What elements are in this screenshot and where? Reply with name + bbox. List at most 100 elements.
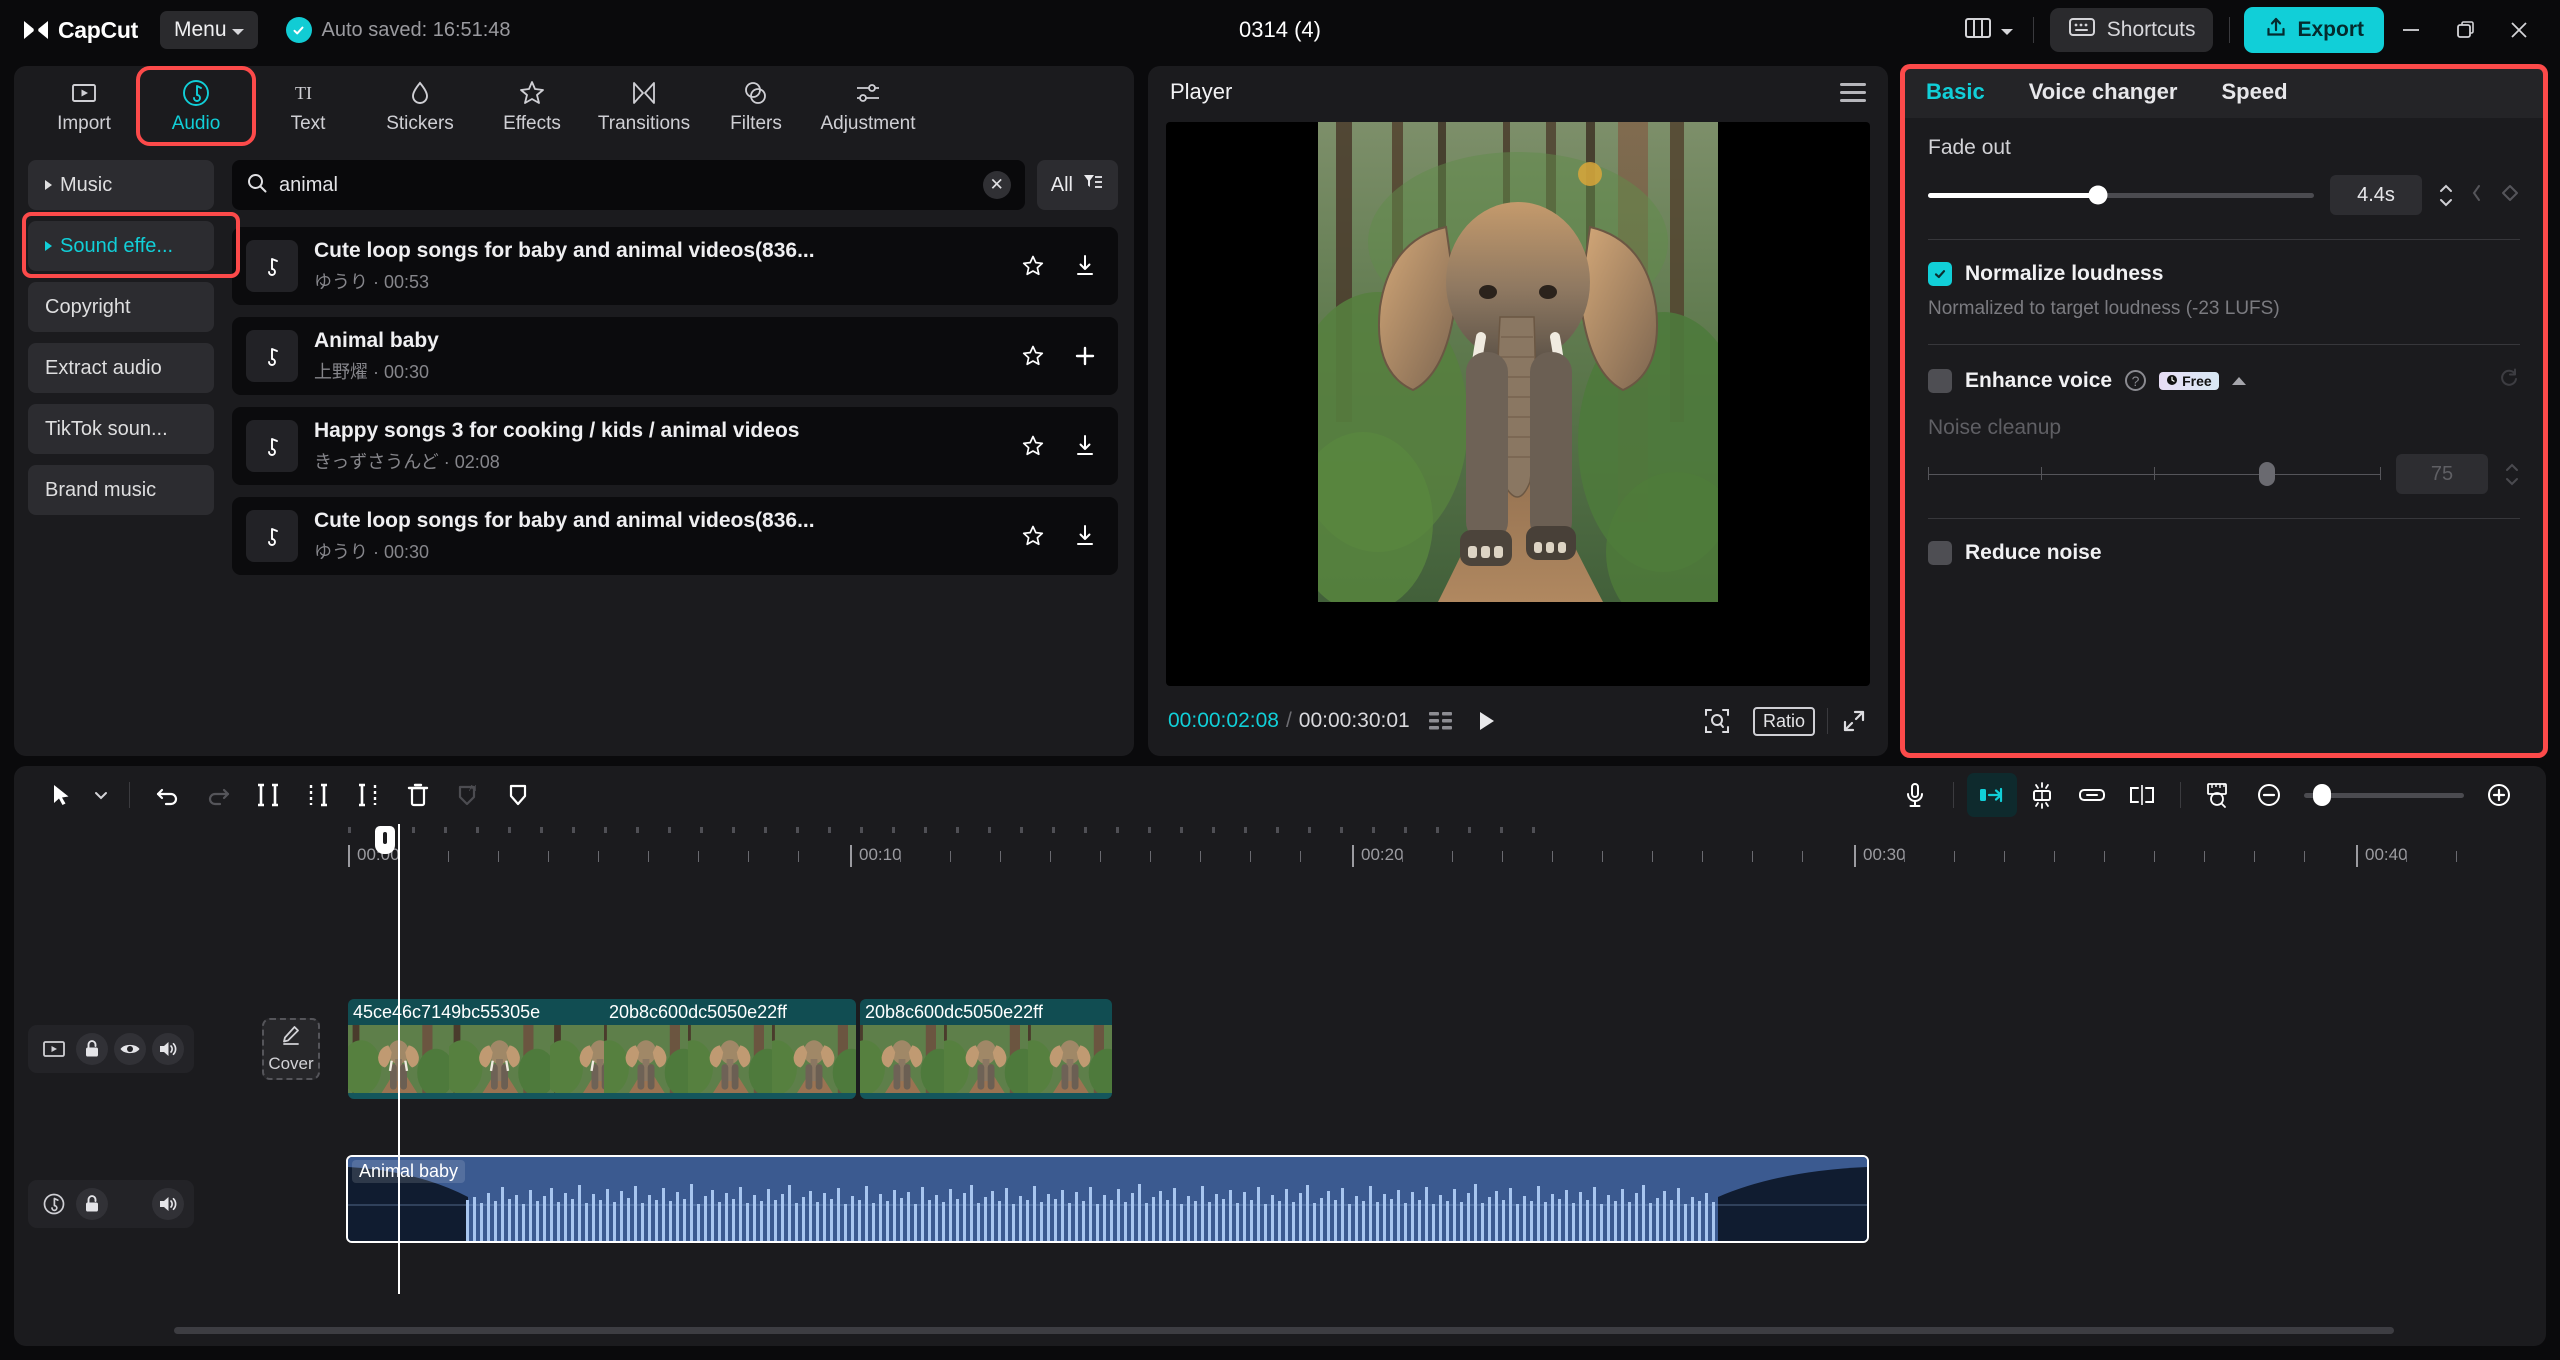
download-icon[interactable] [1070,431,1100,461]
tab-audio[interactable]: Audio [140,70,252,142]
lock-track-icon[interactable] [76,1188,108,1220]
ratio-button[interactable]: Ratio [1753,707,1815,736]
tab-voice-changer[interactable]: Voice changer [2029,79,2178,105]
tab-basic[interactable]: Basic [1926,79,1985,105]
normalize-loudness-row[interactable]: Normalize loudness [1928,262,2520,286]
cover-button[interactable]: Cover [262,1018,320,1080]
noise-cleanup-spinner[interactable] [2504,463,2520,486]
category-tiktok-sounds[interactable]: TikTok soun... [28,404,214,454]
audio-properties-panel: Basic Voice changer Speed Fade out 4.4s [1902,66,2546,756]
maximize-button[interactable] [2438,7,2492,53]
menu-button[interactable]: Menu [160,11,258,49]
link-clips-icon[interactable] [2067,773,2117,817]
frame-list-icon[interactable] [1428,709,1454,733]
split-icon[interactable] [243,773,293,817]
playhead-line[interactable] [398,824,400,1294]
export-button[interactable]: Export [2244,7,2384,53]
trim-end-icon[interactable] [343,773,393,817]
video-clip[interactable]: 20b8c600dc5050e22ff [604,999,856,1099]
audio-clip[interactable]: Animal baby [346,1155,1869,1243]
player-menu-icon[interactable] [1840,83,1866,102]
noise-cleanup-value[interactable]: 75 [2396,454,2488,494]
category-sound-effects[interactable]: Sound effe... [28,221,214,271]
tab-effects[interactable]: Effects [476,70,588,142]
noise-cleanup-slider[interactable] [1928,472,2380,477]
ai-mask-icon[interactable]: AI [443,773,493,817]
zoom-preview-icon[interactable] [1703,707,1731,735]
mask-icon[interactable] [493,773,543,817]
record-voiceover-icon[interactable] [1890,773,1940,817]
tab-speed[interactable]: Speed [2221,79,2287,105]
zoom-to-fit-icon[interactable] [2194,773,2244,817]
delete-icon[interactable] [393,773,443,817]
tab-import[interactable]: Import [28,70,140,142]
undo-icon[interactable] [143,773,193,817]
fade-out-value[interactable]: 4.4s [2330,175,2422,215]
filter-button[interactable]: All [1037,160,1118,210]
tab-adjustment[interactable]: Adjustment [812,70,924,142]
download-icon[interactable] [1070,251,1100,281]
noise-cleanup-knob[interactable] [2259,462,2275,486]
add-to-timeline-icon[interactable] [1070,341,1100,371]
timeline-scrollbar[interactable] [174,1327,2394,1334]
checkbox-unchecked-icon[interactable] [1928,541,1952,565]
keyframe-add-icon[interactable] [2500,183,2520,208]
list-item[interactable]: Happy songs 3 for cooking / kids / anima… [232,407,1118,485]
tab-stickers[interactable]: Stickers [364,70,476,142]
list-item[interactable]: Cute loop songs for baby and animal vide… [232,227,1118,305]
hide-track-icon[interactable] [114,1033,146,1065]
fade-out-slider[interactable] [1928,193,2314,198]
video-preview-stage[interactable] [1166,122,1870,686]
mute-track-icon[interactable] [152,1188,184,1220]
favorite-star-icon[interactable] [1018,341,1048,371]
category-brand-music[interactable]: Brand music [28,465,214,515]
tab-transitions[interactable]: Transitions [588,70,700,142]
favorite-star-icon[interactable] [1018,251,1048,281]
select-tool-dropdown-icon[interactable] [86,773,116,817]
minimize-button[interactable] [2384,7,2438,53]
zoom-out-icon[interactable] [2244,773,2294,817]
tab-text[interactable]: TI Text [252,70,364,142]
tab-filters[interactable]: Filters [700,70,812,142]
category-extract-audio[interactable]: Extract audio [28,343,214,393]
reduce-noise-row[interactable]: Reduce noise [1928,541,2520,565]
timeline-zoom-knob[interactable] [2313,784,2331,806]
enhance-voice-row[interactable]: Enhance voice ? Free [1928,367,2520,394]
snap-toggle-icon[interactable] [1967,773,2017,817]
category-copyright[interactable]: Copyright [28,282,214,332]
shortcuts-button[interactable]: Shortcuts [2050,8,2214,52]
checkbox-checked-icon[interactable] [1928,262,1952,286]
category-music[interactable]: Music [28,160,214,210]
free-badge-label: Free [2182,373,2212,389]
keyframe-track-icon[interactable] [2017,773,2067,817]
fullscreen-icon[interactable] [1840,707,1868,735]
trim-start-icon[interactable] [293,773,343,817]
video-clip[interactable]: 20b8c600dc5050e22ff [860,999,1112,1099]
redo-icon[interactable] [193,773,243,817]
zoom-in-icon[interactable] [2474,773,2524,817]
clear-search-icon[interactable]: ✕ [983,171,1011,199]
checkbox-unchecked-icon[interactable] [1928,369,1952,393]
download-icon[interactable] [1070,521,1100,551]
timeline-zoom-slider[interactable] [2304,793,2464,798]
search-box[interactable]: ✕ [232,160,1025,210]
playhead-handle[interactable] [375,826,395,854]
fade-out-slider-knob[interactable] [2088,186,2107,205]
favorite-star-icon[interactable] [1018,431,1048,461]
collapse-icon[interactable] [2232,377,2246,385]
select-tool-icon[interactable] [36,773,86,817]
lock-track-icon[interactable] [76,1033,108,1065]
keyframe-prev-icon[interactable] [2470,183,2484,208]
favorite-star-icon[interactable] [1018,521,1048,551]
close-button[interactable] [2492,7,2546,53]
fade-out-spinner[interactable] [2438,184,2454,207]
list-item[interactable]: Cute loop songs for baby and animal vide… [232,497,1118,575]
reset-icon[interactable] [2498,367,2520,394]
list-item[interactable]: Animal baby 上野燿 · 00:30 [232,317,1118,395]
layout-switch-button[interactable] [1950,10,2027,50]
mirror-split-icon[interactable] [2117,773,2167,817]
search-input[interactable] [279,174,972,197]
help-icon[interactable]: ? [2125,370,2146,391]
play-button[interactable] [1472,707,1500,735]
mute-track-icon[interactable] [152,1033,184,1065]
